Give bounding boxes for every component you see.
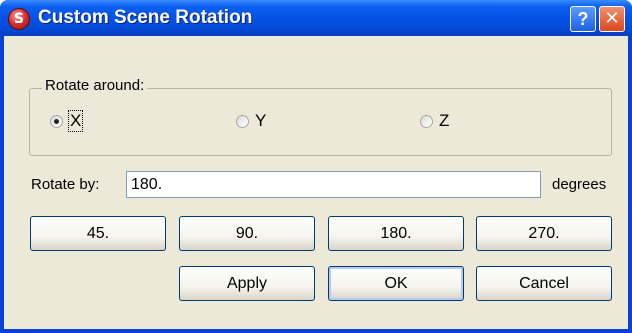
radio-x-label: X	[67, 110, 84, 132]
radio-x[interactable]: X	[50, 110, 84, 132]
radio-y-label: Y	[255, 111, 267, 130]
preset-180-button[interactable]: 180.	[328, 216, 464, 251]
radio-y[interactable]: Y	[236, 110, 266, 132]
rotate-around-label: Rotate around:	[42, 77, 148, 94]
radio-y-circle[interactable]	[236, 114, 249, 128]
radio-x-circle[interactable]	[50, 114, 63, 128]
cancel-button[interactable]: Cancel	[476, 266, 612, 301]
radio-z[interactable]: Z	[420, 110, 449, 132]
help-button[interactable]: ?	[570, 6, 596, 32]
preset-90-button[interactable]: 90.	[179, 216, 315, 251]
window-title: Custom Scene Rotation	[38, 7, 253, 28]
rotate-by-label: Rotate by:	[31, 176, 100, 193]
apply-button[interactable]: Apply	[179, 266, 315, 301]
title-bar[interactable]: S Custom Scene Rotation ? ✕	[0, 0, 632, 36]
degrees-label: degrees	[552, 176, 607, 193]
rotate-around-group	[29, 88, 612, 156]
ok-button[interactable]: OK	[328, 266, 464, 301]
app-logo-icon: S	[8, 8, 30, 30]
window-bottom-border	[0, 329, 632, 333]
radio-z-circle[interactable]	[420, 114, 433, 128]
rotate-by-input[interactable]	[126, 171, 541, 198]
preset-45-button[interactable]: 45.	[30, 216, 166, 251]
preset-270-button[interactable]: 270.	[476, 216, 612, 251]
radio-z-label: Z	[439, 111, 450, 130]
close-button[interactable]: ✕	[599, 6, 625, 32]
